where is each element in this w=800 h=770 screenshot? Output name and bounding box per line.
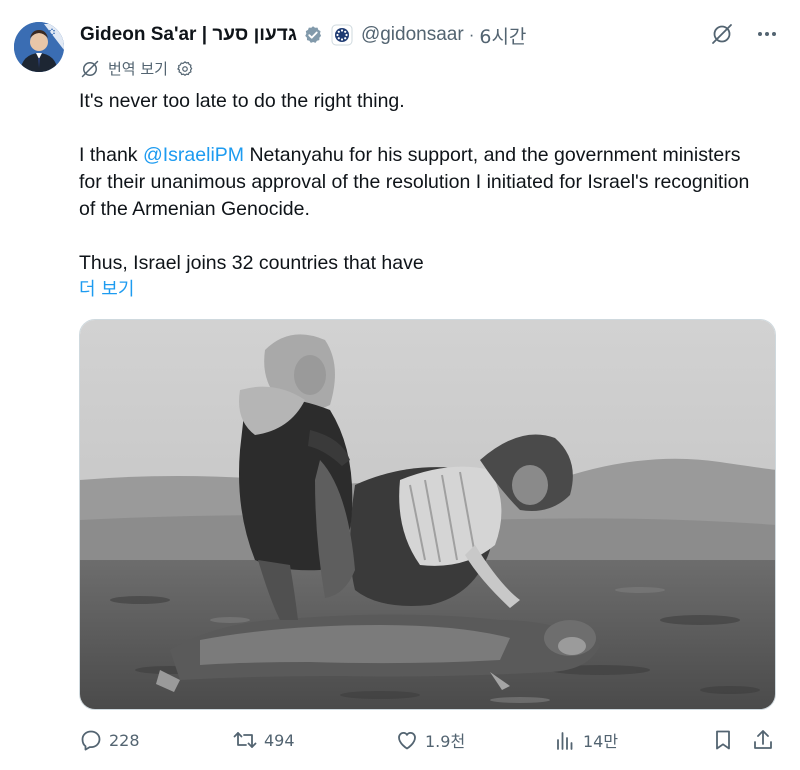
action-bar: 228 494 1.9천 14만 — [79, 728, 779, 756]
more-options-icon[interactable] — [756, 23, 778, 45]
timestamp[interactable]: 6시간 — [479, 22, 526, 49]
like-button[interactable]: 1.9천 — [395, 728, 465, 752]
show-more-link[interactable]: 더 보기 — [79, 275, 134, 301]
affiliation-badge-icon[interactable] — [331, 24, 353, 46]
author-name[interactable]: Gideon Sa'ar | גדעון סער — [80, 24, 297, 46]
mention-link[interactable]: @IsraeliPM — [143, 144, 244, 166]
repost-button[interactable]: 494 — [232, 728, 295, 752]
tweet-text: It's never too late to do the right thin… — [79, 88, 759, 277]
translate-label[interactable]: 번역 보기 — [108, 58, 168, 79]
author-handle[interactable]: @gidonsaar — [361, 24, 464, 46]
translate-settings-icon[interactable] — [176, 60, 194, 78]
avatar[interactable] — [14, 22, 64, 72]
repost-icon — [232, 728, 258, 752]
reply-count: 228 — [109, 730, 140, 750]
header-actions — [710, 22, 778, 46]
separator-dot: · — [468, 25, 475, 44]
translate-row[interactable]: 번역 보기 — [80, 58, 194, 79]
bookmark-button[interactable] — [711, 728, 735, 752]
grok-translate-icon — [80, 59, 100, 79]
share-icon — [751, 728, 775, 752]
heart-icon — [395, 728, 419, 752]
reply-button[interactable]: 228 — [79, 728, 140, 752]
tweet-line-1: It's never too late to do the right thin… — [79, 90, 405, 112]
bookmark-icon — [711, 728, 735, 752]
analytics-icon — [553, 728, 577, 752]
views-button[interactable]: 14만 — [553, 728, 618, 752]
tweet-paragraph-3: Thus, Israel joins 32 countries that hav… — [79, 252, 424, 274]
grok-icon[interactable] — [710, 22, 734, 46]
view-count: 14만 — [583, 732, 619, 751]
media-photo[interactable] — [79, 319, 776, 710]
repost-count: 494 — [264, 730, 295, 750]
share-button[interactable] — [751, 728, 775, 752]
tweet-header: Gideon Sa'ar | גדעון סער @gidonsaar · 6시… — [80, 20, 526, 50]
tweet-paragraph-2: I thank @IsraeliPM Netanyahu for his sup… — [79, 142, 759, 223]
verified-badge-icon[interactable] — [303, 25, 323, 45]
like-count: 1.9천 — [425, 732, 466, 751]
tweet-p2-before: I thank — [79, 144, 143, 166]
reply-icon — [79, 728, 103, 752]
